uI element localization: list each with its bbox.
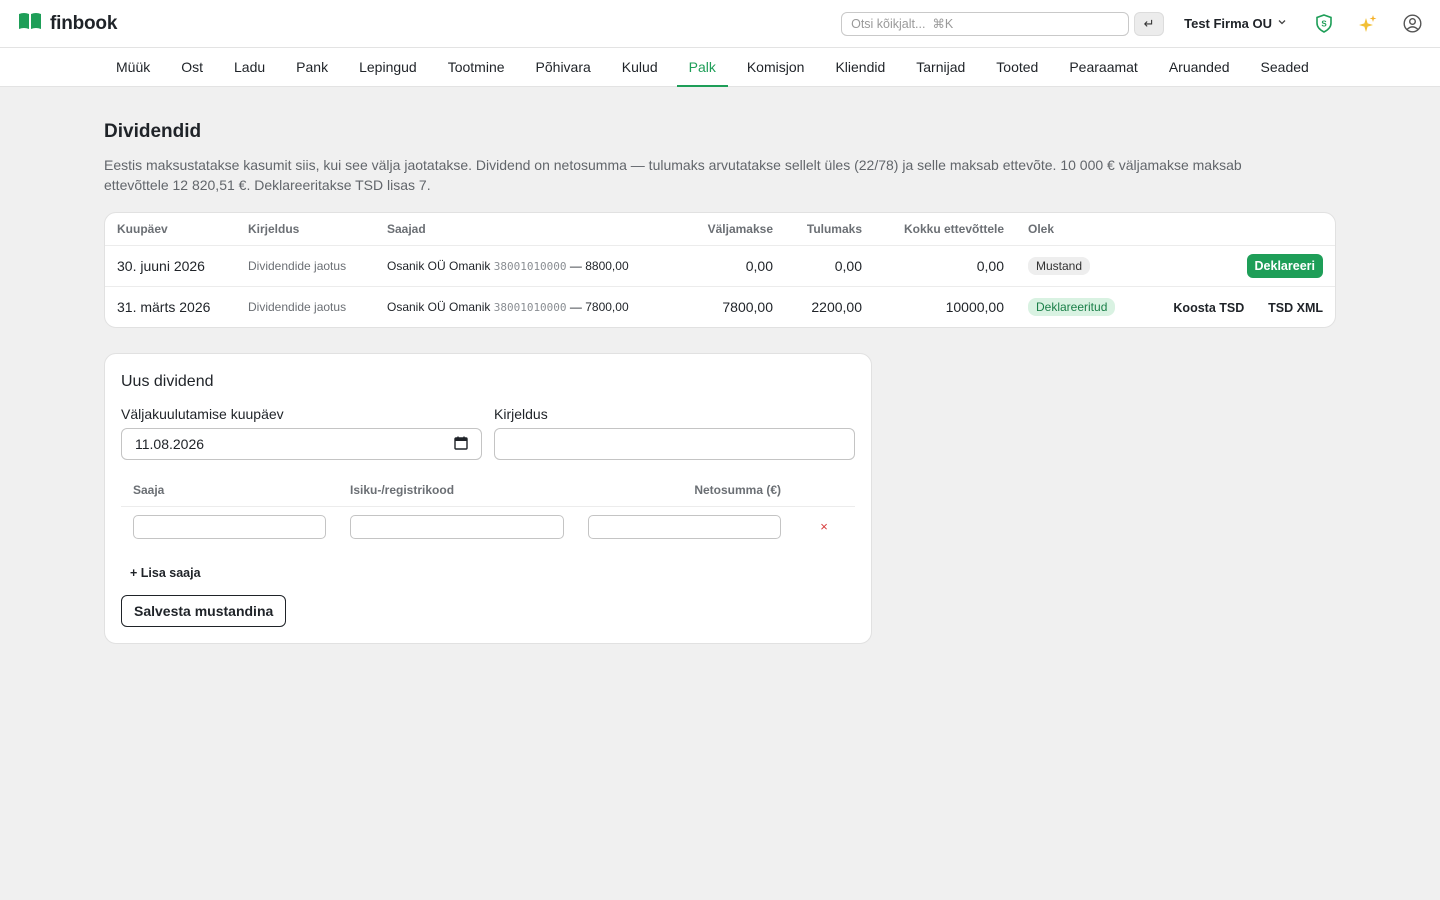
app-name: finbook — [50, 12, 118, 34]
recipient-amount: — 8800,00 — [569, 258, 629, 273]
recipients-table: Saaja Isiku-/registrikood Netosumma (€) … — [121, 475, 855, 547]
add-recipient-button[interactable]: + Lisa saaja — [130, 566, 201, 580]
row-date: 30. juuni 2026 — [105, 245, 236, 287]
date-value: 11.08.2026 — [135, 436, 205, 452]
recipient-name-input[interactable] — [133, 514, 326, 539]
global-search-input[interactable] — [841, 11, 1130, 36]
nav-item-lepingud[interactable]: Lepingud — [347, 48, 429, 86]
nav-item-palk[interactable]: Palk — [676, 48, 729, 87]
col-net-amount: Netosumma (€) — [576, 475, 793, 507]
enter-icon: ↵ — [1143, 15, 1155, 31]
col-status: Olek — [1016, 213, 1133, 246]
status-badge: Mustand — [1028, 256, 1091, 275]
description-label: Kirjeldus — [494, 406, 548, 422]
chevron-down-icon — [1277, 17, 1287, 30]
search-submit-button[interactable]: ↵ — [1134, 11, 1165, 36]
recipient-code-input[interactable] — [350, 514, 564, 539]
col-code: Isiku-/registrikood — [338, 475, 576, 507]
col-recipients: Saajad — [375, 213, 663, 246]
recipient-net-input[interactable] — [588, 514, 781, 539]
description-input[interactable] — [494, 428, 855, 460]
remove-recipient-icon[interactable]: × — [793, 506, 855, 547]
sparkles-icon[interactable] — [1358, 14, 1378, 34]
row-actions: Koosta TSD TSD XML — [1132, 286, 1335, 327]
recipient-code: 38001010000 — [493, 300, 567, 314]
row-total: 10000,00 — [945, 298, 1004, 315]
nav-item-kulud[interactable]: Kulud — [610, 48, 670, 86]
book-logo-icon — [18, 12, 42, 35]
tsd-xml-button[interactable]: TSD XML — [1268, 301, 1323, 315]
date-label: Väljakuulutamise kuupäev — [121, 406, 284, 422]
calendar-icon[interactable] — [454, 436, 468, 453]
dividends-table: Kuupäev Kirjeldus Saajad Väljamakse Tulu… — [105, 213, 1335, 327]
new-dividend-form: Uus dividend Väljakuulutamise kuupäev 11… — [104, 353, 872, 644]
row-recipients: Osanik OÜ Omanik 38001010000 — 7800,00 — [375, 286, 663, 327]
col-remove — [793, 475, 855, 507]
row-income-tax: 2200,00 — [811, 298, 862, 315]
col-description: Kirjeldus — [236, 213, 375, 246]
table-row: 30. juuni 2026 Dividendide jaotus Osanik… — [105, 245, 1335, 287]
table-row: 31. märts 2026 Dividendide jaotus Osanik… — [105, 286, 1335, 327]
svg-text:S: S — [1321, 20, 1327, 29]
nav-item-tarnijad[interactable]: Tarnijad — [904, 48, 977, 86]
row-payout: 7800,00 — [722, 298, 773, 315]
row-recipients: Osanik OÜ Omanik 38001010000 — 8800,00 — [375, 245, 663, 287]
nav-item-pohivara[interactable]: Põhivara — [524, 48, 603, 86]
date-field-group: Väljakuulutamise kuupäev 11.08.2026 — [121, 406, 482, 460]
nav-item-kliendid[interactable]: Kliendid — [823, 48, 897, 86]
col-payout: Väljamakse — [663, 213, 785, 246]
recipient-name: Osanik OÜ Omanik — [387, 258, 491, 273]
recipients-header-row: Saaja Isiku-/registrikood Netosumma (€) — [121, 475, 855, 507]
row-date: 31. märts 2026 — [117, 298, 211, 315]
nav-item-tooted[interactable]: Tooted — [984, 48, 1050, 86]
table-header-row: Kuupäev Kirjeldus Saajad Väljamakse Tulu… — [105, 213, 1335, 246]
col-income-tax: Tulumaks — [785, 213, 874, 246]
top-bar: finbook ↵ Test Firma OU S — [0, 0, 1440, 48]
save-draft-button[interactable]: Salvesta mustandina — [121, 595, 287, 627]
nav-item-komisjon[interactable]: Komisjon — [735, 48, 817, 86]
recipient-row: × — [121, 506, 855, 547]
description-field-group: Kirjeldus — [494, 406, 855, 460]
recipient-amount: — 7800,00 — [569, 299, 629, 314]
row-description: Dividendide jaotus — [248, 299, 347, 314]
company-switcher[interactable]: Test Firma OU — [1184, 16, 1287, 31]
nav-item-pank[interactable]: Pank — [284, 48, 340, 86]
form-title: Uus dividend — [121, 373, 214, 390]
row-status: Deklareeritud — [1016, 286, 1132, 327]
nav-item-myyk[interactable]: Müük — [104, 48, 162, 86]
compose-tsd-button[interactable]: Koosta TSD — [1173, 301, 1244, 315]
row-description: Dividendide jaotus — [236, 245, 375, 287]
row-payout: 0,00 — [663, 245, 785, 287]
status-badge: Deklareeritud — [1028, 297, 1116, 316]
nav-item-ladu[interactable]: Ladu — [222, 48, 277, 86]
declare-button[interactable]: Deklareeri — [1246, 253, 1323, 278]
page-intro: Eestis maksustatakse kasumit siis, kui s… — [104, 157, 1242, 193]
main-nav: Müük Ost Ladu Pank Lepingud Tootmine Põh… — [0, 48, 1440, 87]
col-actions — [1132, 213, 1335, 246]
dividends-table-card: Kuupäev Kirjeldus Saajad Väljamakse Tulu… — [104, 212, 1336, 328]
row-status: Mustand — [1016, 245, 1133, 287]
user-circle-icon[interactable] — [1402, 14, 1422, 34]
nav-item-tootmine[interactable]: Tootmine — [436, 48, 517, 86]
col-date: Kuupäev — [105, 213, 236, 246]
nav-item-pearaamat[interactable]: Pearaamat — [1057, 48, 1149, 86]
company-name: Test Firma OU — [1184, 16, 1272, 31]
row-income-tax: 0,00 — [785, 245, 874, 287]
main-content: Dividendid Eestis maksustatakse kasumit … — [0, 87, 1440, 644]
col-total: Kokku ettevõttele — [874, 213, 1016, 246]
nav-item-aruanded[interactable]: Aruanded — [1157, 48, 1242, 86]
page-title: Dividendid — [104, 121, 202, 142]
shield-icon[interactable]: S — [1314, 14, 1334, 34]
nav-item-seaded[interactable]: Seaded — [1249, 48, 1321, 86]
col-recipient: Saaja — [121, 475, 338, 507]
declaration-date-input[interactable]: 11.08.2026 — [121, 428, 482, 460]
recipient-code: 38001010000 — [493, 259, 567, 273]
nav-item-ost[interactable]: Ost — [169, 48, 215, 86]
recipient-name: Osanik OÜ Omanik — [387, 299, 491, 314]
row-actions: Deklareeri — [1132, 245, 1335, 287]
brand[interactable]: finbook — [18, 12, 117, 35]
row-total: 0,00 — [874, 245, 1016, 287]
